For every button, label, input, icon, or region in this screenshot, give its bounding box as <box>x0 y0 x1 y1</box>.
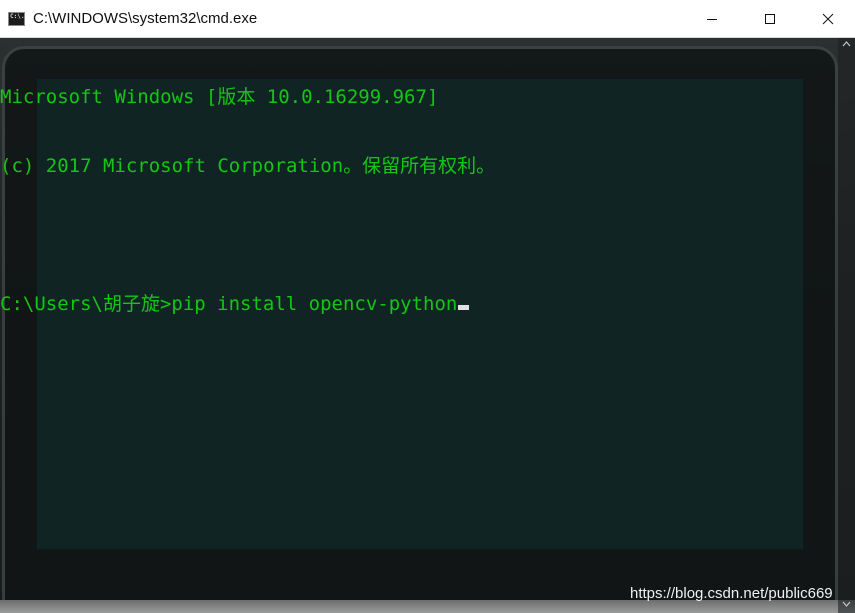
console-icon-text: C:\. <box>10 13 25 20</box>
console-line: Microsoft Windows [版本 10.0.16299.967] <box>0 86 439 108</box>
console-command: C:\Users\胡子旋>pip install opencv-python <box>0 293 458 315</box>
minimize-icon <box>707 19 717 20</box>
minimize-button[interactable] <box>683 0 741 38</box>
console-prompt-line[interactable]: C:\Users\胡子旋>pip install opencv-python <box>0 293 838 316</box>
close-icon <box>822 13 834 25</box>
vertical-scrollbar[interactable] <box>838 38 855 613</box>
block-cursor <box>458 305 470 310</box>
console-line: (c) 2017 Microsoft Corporation。保留所有权利。 <box>0 155 496 177</box>
maximize-button[interactable] <box>741 0 799 38</box>
maximize-icon <box>765 14 775 24</box>
cmd-window: C:\. C:\WINDOWS\system32\cmd.exe Microso… <box>0 0 855 613</box>
window-title: C:\WINDOWS\system32\cmd.exe <box>33 10 258 27</box>
scroll-down-arrow-icon[interactable] <box>842 600 851 608</box>
console-output: Microsoft Windows [版本 10.0.16299.967] (c… <box>0 40 838 362</box>
console-icon[interactable]: C:\. <box>8 12 25 26</box>
title-bar[interactable]: C:\. C:\WINDOWS\system32\cmd.exe <box>0 0 855 38</box>
watermark: https://blog.csdn.net/public669 <box>630 585 833 602</box>
close-button[interactable] <box>799 0 855 38</box>
console-area[interactable]: Microsoft Windows [版本 10.0.16299.967] (c… <box>0 38 855 613</box>
scroll-up-arrow-icon[interactable] <box>842 40 851 48</box>
